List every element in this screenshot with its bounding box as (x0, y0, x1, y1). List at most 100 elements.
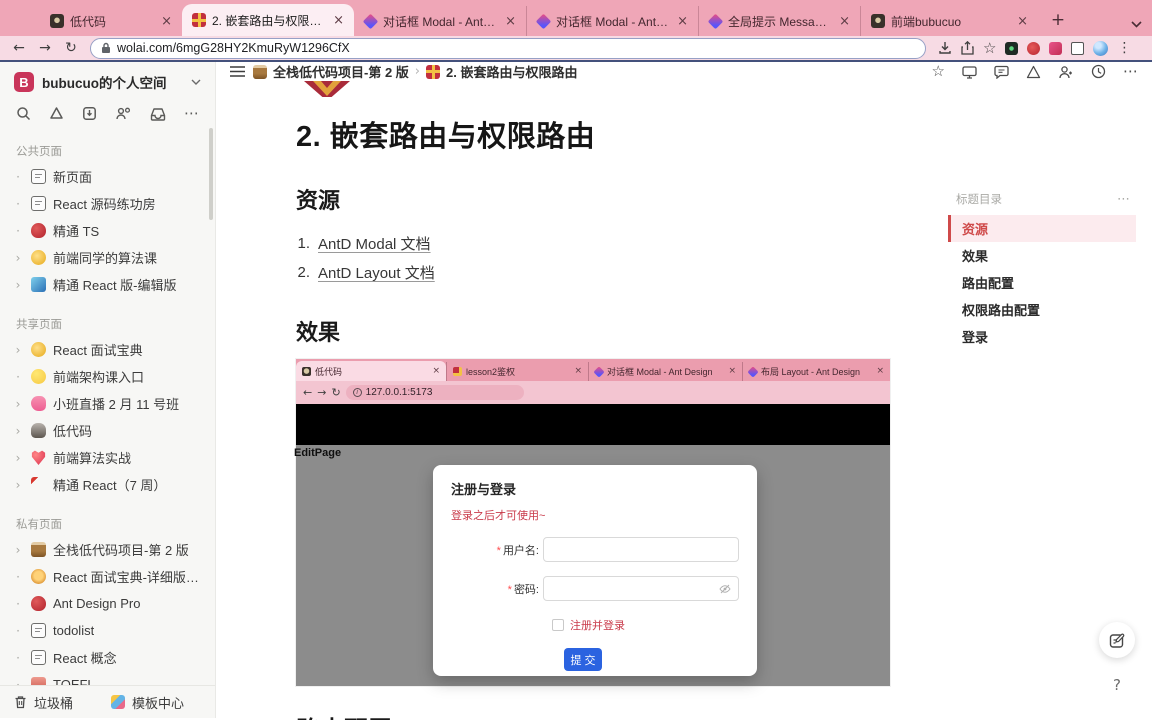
bullet-icon[interactable]: · (12, 652, 24, 664)
expand-caret-icon[interactable]: › (12, 344, 24, 356)
sidebar-item[interactable]: · todolist (0, 617, 215, 644)
back-button[interactable]: ← (8, 41, 30, 55)
browser-menu-icon[interactable]: ⋮ (1117, 41, 1131, 55)
sidebar-item[interactable]: › 低代码 (0, 417, 215, 444)
bullet-icon[interactable]: · (12, 371, 24, 383)
sidebar-item[interactable]: › 前端算法实战 (0, 444, 215, 471)
trash-button[interactable]: 垃圾桶 (14, 693, 73, 712)
address-bar[interactable]: wolai.com/6mgG28HY2KmuRyW1296CfX (90, 37, 926, 59)
forward-button[interactable]: → (34, 41, 56, 55)
sidebar-item[interactable]: › 精通 React（7 周） (0, 471, 215, 498)
sidebar-item[interactable]: › 精通 React 版-编辑版 (0, 271, 215, 298)
expand-caret-icon[interactable]: › (12, 425, 24, 437)
browser-tab[interactable]: 对话框 Modal - Ant Design× (354, 6, 526, 36)
bullet-icon[interactable]: · (12, 598, 24, 610)
breadcrumb-page[interactable]: 2. 嵌套路由与权限路由 (446, 62, 577, 81)
bullet-icon[interactable]: · (12, 625, 24, 637)
expand-caret-icon[interactable]: › (12, 479, 24, 491)
modal-note: 登录之后才可使用~ (451, 510, 546, 522)
sidebar-item[interactable]: › 全栈低代码项目-第 2 版 (0, 536, 215, 563)
mini-tab: 对话框 Modal - Ant Design × (588, 362, 742, 381)
more-icon[interactable]: ⋯ (184, 106, 199, 121)
password-row: * 密码: (451, 576, 739, 601)
download-icon[interactable] (938, 41, 952, 55)
sidebar-item[interactable]: · TOEFL (0, 671, 215, 685)
embedded-screenshot[interactable]: 低代码 × lesson2鉴权 × 对话框 Modal - Ant Design × … (294, 359, 890, 686)
expand-caret-icon[interactable]: › (12, 452, 24, 464)
new-tab-button[interactable]: + (1044, 6, 1072, 34)
browser-tab-active[interactable]: 2. 嵌套路由与权限路由 × (182, 4, 354, 36)
toc-item-resources[interactable]: 资源 (948, 215, 1136, 242)
share-icon[interactable] (961, 41, 974, 55)
expand-caret-icon[interactable]: › (12, 252, 24, 264)
tab-close-icon[interactable]: × (331, 14, 346, 27)
feedback-button[interactable] (1099, 622, 1135, 658)
sidebar-item[interactable]: › 小班直播 2 月 11 号班 (0, 390, 215, 417)
gift-favicon-icon (453, 367, 462, 376)
extension-icon[interactable] (1049, 41, 1063, 55)
tab-close-icon[interactable]: × (837, 15, 852, 28)
workspace-switcher[interactable]: B bubucuo的个人空间 (0, 62, 215, 98)
extension-icon[interactable] (1005, 41, 1019, 55)
browser-tab[interactable]: 前端bubucuo × (860, 6, 1038, 36)
link-antd-layout-doc[interactable]: AntD Layout 文档 (318, 262, 435, 283)
bullet-icon[interactable]: · (12, 225, 24, 237)
browser-tab[interactable]: 对话框 Modal - Ant Design× (526, 6, 698, 36)
members-icon[interactable] (115, 106, 132, 121)
browser-tab-strip: 低代码× 2. 嵌套路由与权限路由× 对话框 Modal - Ant Desig… (0, 0, 1152, 36)
search-icon[interactable] (16, 106, 31, 121)
toc-item-auth-routes[interactable]: 权限路由配置 (948, 296, 1136, 323)
breadcrumb-root[interactable]: 全栈低代码项目-第 2 版 (273, 62, 409, 81)
share-triangle-icon[interactable] (1026, 65, 1041, 79)
inbox-icon[interactable] (150, 107, 166, 121)
toc-item-routes[interactable]: 路由配置 (948, 269, 1136, 296)
sidebar-scrollbar[interactable] (209, 128, 213, 220)
lion-icon (31, 569, 46, 584)
toc-item-effect[interactable]: 效果 (948, 242, 1136, 269)
browser-tab[interactable]: 全局提示 Message - Ant D× (698, 6, 860, 36)
expand-caret-icon[interactable]: › (12, 398, 24, 410)
tab-close-icon[interactable]: × (503, 15, 518, 28)
bullet-icon[interactable]: · (12, 198, 24, 210)
extension-icon[interactable] (1027, 41, 1041, 55)
comment-icon[interactable] (994, 65, 1009, 79)
history-icon[interactable] (1091, 64, 1106, 79)
bullet-icon[interactable]: · (12, 171, 24, 183)
mini-address-bar: i 127.0.0.1:5173 (345, 385, 524, 400)
more-icon[interactable]: ⋯ (1123, 64, 1138, 79)
tab-search-chevron-icon[interactable] (1131, 21, 1142, 28)
password-input (543, 576, 739, 601)
sidebar-item[interactable]: · Ant Design Pro (0, 590, 215, 617)
expand-caret-icon[interactable]: › (12, 544, 24, 556)
template-center-button[interactable]: 模板中心 (111, 693, 184, 712)
sidebar-item[interactable]: · 精通 TS (0, 217, 215, 244)
sidebar-item[interactable]: › 前端同学的算法课 (0, 244, 215, 271)
browser-tab[interactable]: 低代码 × (40, 6, 182, 36)
extension-icon[interactable] (1071, 41, 1085, 55)
add-member-icon[interactable] (1058, 65, 1074, 79)
sidebar-item[interactable]: · 前端架构课入口 (0, 363, 215, 390)
sidebar-item[interactable]: · React 源码练功房 (0, 190, 215, 217)
sidebar-item[interactable]: › React 面试宝典 (0, 336, 215, 363)
present-icon[interactable] (962, 65, 977, 79)
import-icon[interactable] (82, 106, 97, 121)
link-antd-modal-doc[interactable]: AntD Modal 文档 (318, 233, 431, 254)
bookmark-star-icon[interactable]: ☆ (983, 40, 996, 56)
bullet-icon[interactable]: · (12, 571, 24, 583)
sidebar-item[interactable]: · React 面试宝典-详细版大纲 (0, 563, 215, 590)
tab-close-icon[interactable]: × (159, 15, 174, 28)
tab-close-icon[interactable]: × (675, 15, 690, 28)
tab-close-icon[interactable]: × (1015, 15, 1030, 28)
toc-item-login[interactable]: 登录 (948, 323, 1136, 350)
mini-header-black-bar (296, 404, 890, 445)
share-triangle-icon[interactable] (49, 106, 64, 121)
sidebar-item-new-page[interactable]: · 新页面 (0, 163, 215, 190)
favorite-star-icon[interactable]: ☆ (932, 64, 945, 79)
hamburger-menu-icon[interactable] (230, 66, 245, 77)
expand-caret-icon[interactable]: › (12, 279, 24, 291)
profile-avatar[interactable] (1093, 40, 1109, 56)
help-button[interactable]: ? (1106, 674, 1128, 696)
reload-button[interactable]: ↻ (60, 41, 82, 55)
toc-more-icon[interactable]: ⋯ (1117, 193, 1130, 206)
sidebar-item[interactable]: · React 概念 (0, 644, 215, 671)
